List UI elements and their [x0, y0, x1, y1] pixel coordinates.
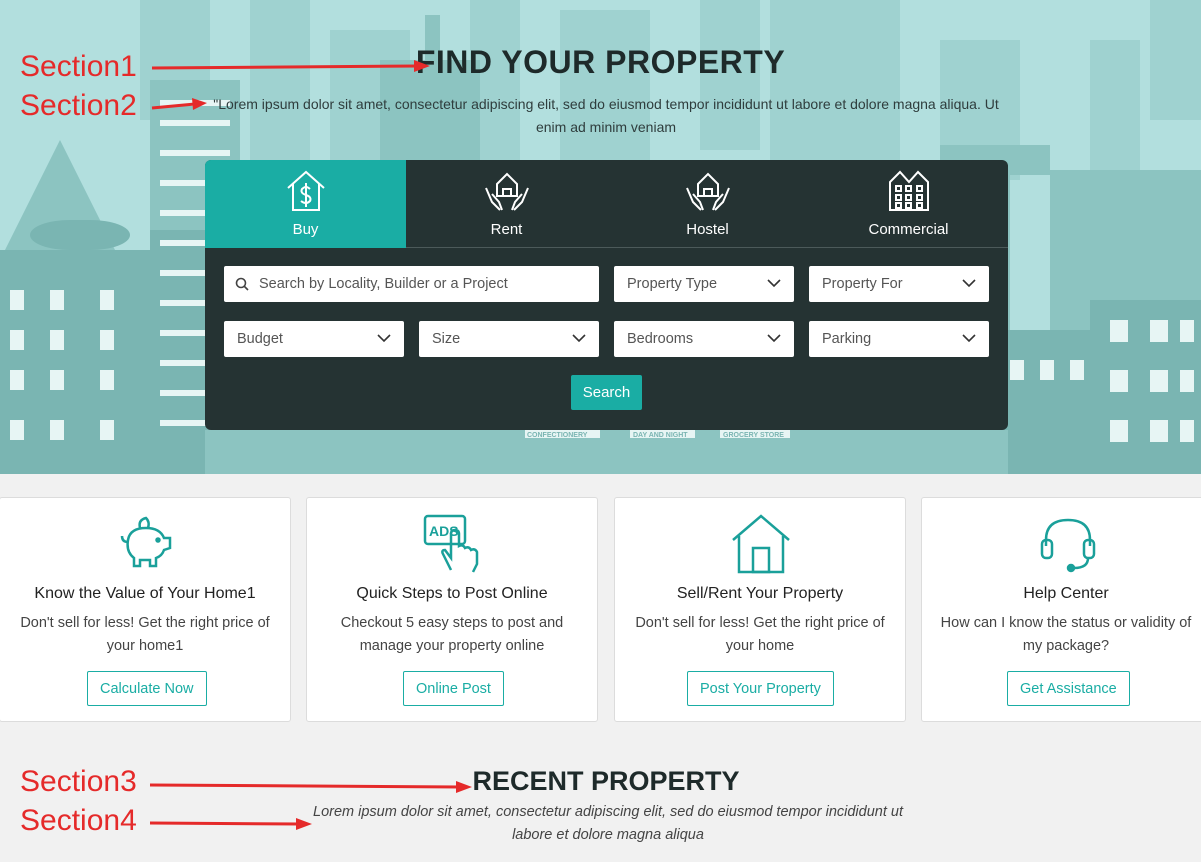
bedrooms-select[interactable]: Bedrooms: [614, 321, 794, 357]
chevron-down-icon: [962, 279, 976, 288]
property-category-tabs: Buy Rent Hostel Commercial: [205, 160, 1008, 248]
day-night-sign: DAY AND NIGHT: [633, 432, 688, 439]
card-sell-rent: Sell/Rent Your Property Don't sell for l…: [614, 497, 906, 722]
card-home-value: Know the Value of Your Home1 Don't sell …: [0, 497, 291, 722]
chevron-down-icon: [767, 334, 781, 343]
recent-property-subtitle: Lorem ipsum dolor sit amet, consectetur …: [313, 804, 903, 843]
recent-property-title: RECENT PROPERTY: [472, 766, 740, 796]
tab-buy-label: Buy: [292, 221, 319, 238]
tab-commercial[interactable]: Commercial: [808, 160, 1008, 248]
confectionery-sign: CONFECTIONERY: [527, 432, 588, 439]
card-title: Help Center: [1023, 585, 1109, 602]
property-search-panel: Buy Rent Hostel Commercial Search by Loc…: [205, 160, 1008, 430]
card-post-online: ADS Quick Steps to Post Online Checkout …: [306, 497, 598, 722]
chevron-down-icon: [572, 334, 586, 343]
chevron-down-icon: [767, 279, 781, 288]
hands-house-icon: [686, 172, 730, 211]
location-search-input[interactable]: Search by Locality, Builder or a Project: [224, 266, 599, 302]
grocery-sign: GROCERY STORE: [723, 432, 784, 439]
card-description: How can I know the status or validity of…: [940, 615, 1192, 654]
tab-commercial-label: Commercial: [868, 221, 949, 238]
search-icon: [235, 277, 249, 291]
parking-select[interactable]: Parking: [809, 321, 989, 357]
post-your-property-button[interactable]: Post Your Property: [687, 671, 834, 706]
property-type-label: Property Type: [627, 276, 718, 292]
card-description: Don't sell for less! Get the right price…: [635, 615, 885, 654]
tab-hostel-label: Hostel: [686, 221, 729, 238]
card-description: Don't sell for less! Get the right price…: [20, 615, 270, 654]
card-title: Quick Steps to Post Online: [356, 585, 548, 602]
chevron-down-icon: [377, 334, 391, 343]
card-title: Sell/Rent Your Property: [676, 585, 844, 602]
tab-hostel[interactable]: Hostel: [607, 160, 808, 248]
hero-banner: CONFECTIONERY DAY AND NIGHT GROCERY STOR…: [0, 0, 1201, 474]
size-select[interactable]: Size: [419, 321, 599, 357]
annotation-section1: Section1: [20, 50, 137, 83]
house-dollar-icon: [287, 170, 325, 211]
annotation-section2: Section2: [20, 89, 137, 122]
card-description: Checkout 5 easy steps to post and manage…: [340, 615, 564, 654]
property-for-label: Property For: [822, 276, 903, 292]
tab-rent-label: Rent: [490, 221, 523, 238]
search-button[interactable]: Search: [571, 375, 642, 410]
property-type-select[interactable]: Property Type: [614, 266, 794, 302]
annotation-section3: Section3: [20, 765, 137, 798]
bedrooms-label: Bedrooms: [627, 331, 694, 347]
budget-label: Budget: [237, 331, 283, 347]
tab-rent[interactable]: Rent: [406, 160, 607, 248]
headset-icon: [1040, 518, 1096, 573]
calculate-now-button[interactable]: Calculate Now: [87, 671, 207, 706]
hands-house-icon: [485, 172, 529, 211]
card-help-center: Help Center How can I know the status or…: [921, 497, 1201, 722]
tab-buy[interactable]: Buy: [205, 160, 406, 248]
annotation-section4: Section4: [20, 804, 137, 837]
home-icon: [732, 514, 790, 574]
hero-subtitle: "Lorem ipsum dolor sit amet, consectetur…: [213, 96, 999, 135]
parking-label: Parking: [822, 331, 872, 347]
property-for-select[interactable]: Property For: [809, 266, 989, 302]
size-label: Size: [432, 331, 461, 347]
online-post-button[interactable]: Online Post: [403, 671, 504, 706]
search-placeholder: Search by Locality, Builder or a Project: [259, 276, 508, 292]
chevron-down-icon: [962, 334, 976, 343]
budget-select[interactable]: Budget: [224, 321, 404, 357]
get-assistance-button[interactable]: Get Assistance: [1007, 671, 1130, 706]
building-icon: [889, 170, 929, 211]
ads-click-icon: ADS: [423, 514, 479, 573]
card-title: Know the Value of Your Home1: [34, 585, 256, 602]
hero-title: FIND YOUR PROPERTY: [415, 44, 786, 80]
piggy-bank-icon: [120, 516, 172, 568]
